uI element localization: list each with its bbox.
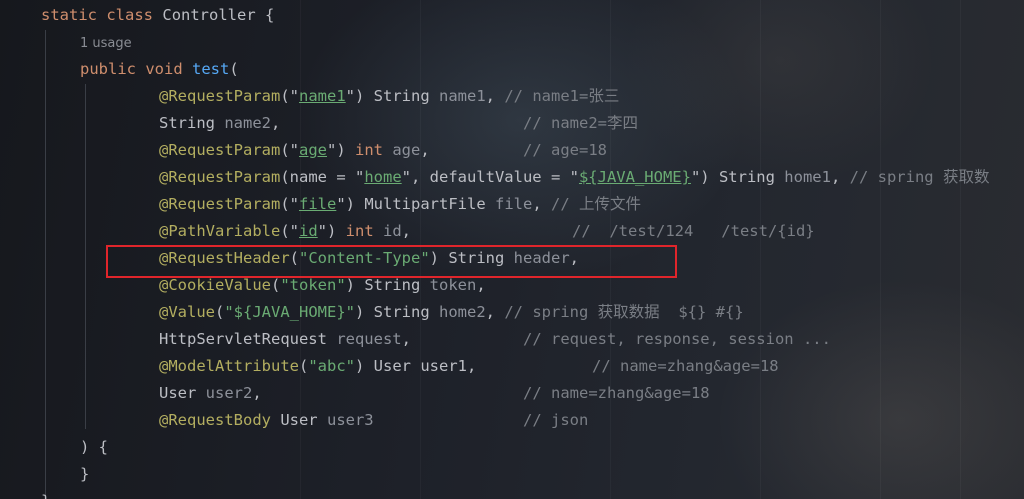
comment-user1: // name=zhang&age=18 <box>592 357 779 375</box>
code-line-name1: @RequestParam("name1") String name1, // … <box>159 87 620 105</box>
highlight-box <box>106 245 677 278</box>
comment-age: // age=18 <box>523 141 607 159</box>
class-declaration-line: static class Controller { <box>41 6 275 24</box>
usage-hint[interactable]: 1 usage <box>80 34 132 54</box>
code-line-value: @Value("${JAVA_HOME}") String home2, // … <box>159 303 744 321</box>
code-editor[interactable]: static class Controller { 1 usage public… <box>0 0 1024 499</box>
code-line-user1: @ModelAttribute("abc") User user1, <box>159 357 477 375</box>
code-line-home: @RequestParam(name = "home", defaultValu… <box>159 168 990 186</box>
code-line-user2: User user2, <box>159 384 262 402</box>
comment-user2: // name=zhang&age=18 <box>523 384 710 402</box>
method-declaration-line: public void test( <box>80 60 239 78</box>
code-line-file: @RequestParam("file") MultipartFile file… <box>159 195 641 213</box>
indent-guide-method <box>85 84 86 429</box>
method-close-paren-line: ) { <box>80 438 108 456</box>
comment-user3: // json <box>523 411 589 429</box>
code-line-request: HttpServletRequest request, <box>159 330 411 348</box>
method-close-brace-line: } <box>80 465 90 483</box>
comment-id: // /test/124 /test/{id} <box>572 222 815 240</box>
code-line-id: @PathVariable("id") int id, <box>159 222 412 240</box>
comment-name2: // name2=李四 <box>523 114 638 132</box>
indent-guide-class <box>45 30 46 499</box>
code-line-age: @RequestParam("age") int age, <box>159 141 430 159</box>
class-close-brace-line: } <box>41 488 50 499</box>
code-line-name2: String name2, <box>159 114 281 132</box>
code-line-user3: @RequestBody User user3 <box>159 411 374 429</box>
comment-request: // request, response, session ... <box>523 330 831 348</box>
